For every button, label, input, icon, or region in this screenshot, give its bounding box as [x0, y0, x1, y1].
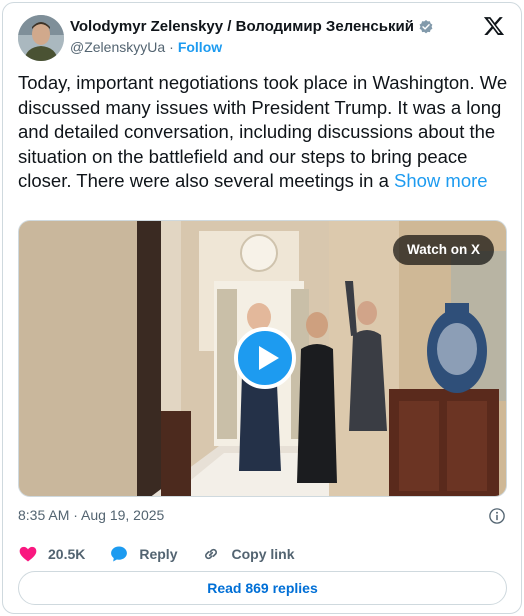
play-icon — [259, 346, 279, 370]
tweet-header: Volodymyr Zelenskyy / Володимир Зеленськ… — [18, 15, 507, 63]
action-bar: 20.5K Reply Copy link — [18, 542, 319, 566]
author-display-name[interactable]: Volodymyr Zelenskyy / Володимир Зеленськ… — [70, 18, 414, 35]
separator-dot: · — [169, 39, 174, 55]
play-button[interactable] — [234, 327, 296, 389]
author-block: Volodymyr Zelenskyy / Володимир Зеленськ… — [70, 18, 434, 55]
read-replies-button[interactable]: Read 869 replies — [18, 571, 507, 605]
x-logo-icon[interactable] — [483, 15, 505, 37]
show-more-link[interactable]: Show more — [394, 170, 488, 191]
tweet-meta: 8:35 AM · Aug 19, 2025 — [18, 507, 506, 527]
like-count: 20.5K — [48, 546, 86, 562]
speech-bubble-icon — [111, 546, 128, 562]
watch-on-x-button[interactable]: Watch on X — [393, 235, 494, 265]
copy-link-label: Copy link — [231, 546, 295, 562]
copy-link-button[interactable]: Copy link — [201, 544, 295, 564]
video-media[interactable]: Watch on X — [18, 220, 507, 497]
author-handle[interactable]: @ZelenskyyUa — [70, 39, 165, 55]
link-icon — [205, 548, 218, 560]
tweet-card: Volodymyr Zelenskyy / Володимир Зеленськ… — [2, 2, 522, 614]
verified-badge-icon — [419, 19, 433, 33]
reply-button[interactable]: Reply — [109, 544, 177, 564]
like-button[interactable]: 20.5K — [18, 544, 85, 564]
follow-button[interactable]: Follow — [178, 39, 222, 55]
reply-label: Reply — [139, 546, 178, 562]
avatar[interactable] — [18, 15, 64, 61]
author-name-row: Volodymyr Zelenskyy / Володимир Зеленськ… — [70, 18, 434, 35]
tweet-text: Today, important negotiations took place… — [18, 71, 510, 194]
heart-icon — [19, 546, 37, 562]
timestamp[interactable]: 8:35 AM · Aug 19, 2025 — [18, 507, 164, 523]
info-icon[interactable] — [488, 507, 506, 525]
handle-row: @ZelenskyyUa · Follow — [70, 39, 434, 55]
